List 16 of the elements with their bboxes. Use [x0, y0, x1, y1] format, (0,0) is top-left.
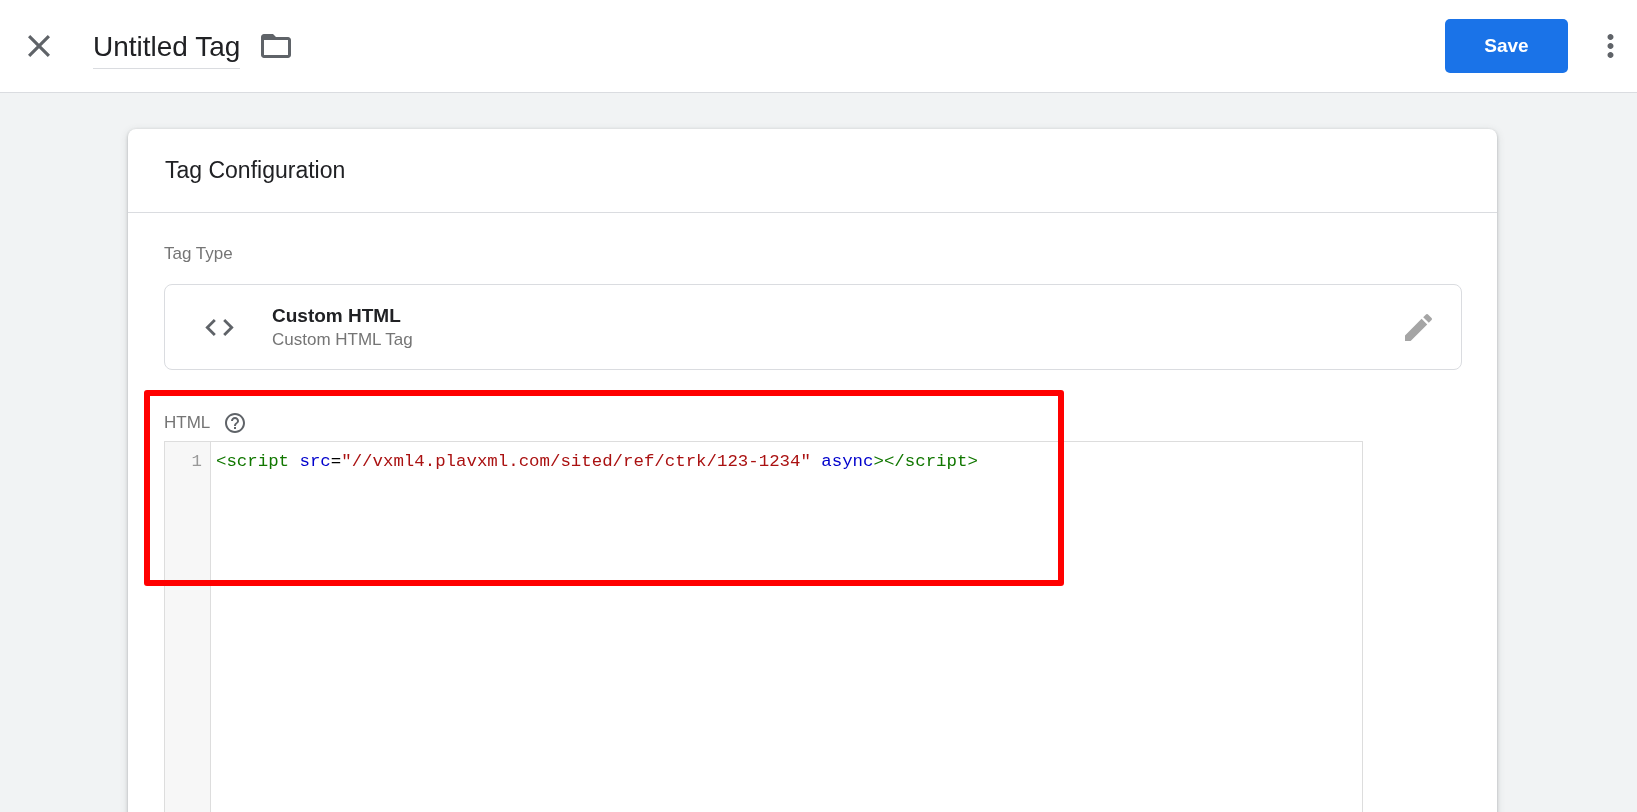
- tag-type-name: Custom HTML: [272, 304, 402, 327]
- tag-type-label: Tag Type: [164, 244, 234, 264]
- card-title: Tag Configuration: [165, 157, 346, 184]
- tag-type-selector[interactable]: Custom HTML Custom HTML Tag: [164, 284, 1462, 370]
- code-line: <script src="//vxml4.plavxml.com/sited/ref/ctrk/123-1234" async></script>: [216, 451, 978, 473]
- code-icon: [205, 318, 234, 336]
- more-options-icon[interactable]: [1607, 34, 1614, 58]
- close-icon[interactable]: [28, 35, 50, 57]
- folder-icon[interactable]: [261, 34, 292, 58]
- save-button[interactable]: Save: [1445, 18, 1568, 73]
- tag-name-field[interactable]: Untitled Tag: [93, 29, 241, 69]
- html-field-label: HTML: [164, 413, 211, 433]
- code-editor-field[interactable]: 1 <script src="//vxml4.plavxml.com/sited/ref/ctrk/123-1234" async></script>: [164, 441, 1363, 812]
- tag-type-description: Custom HTML Tag: [272, 329, 414, 350]
- line-number: 1: [191, 451, 203, 473]
- help-icon[interactable]: [225, 413, 246, 433]
